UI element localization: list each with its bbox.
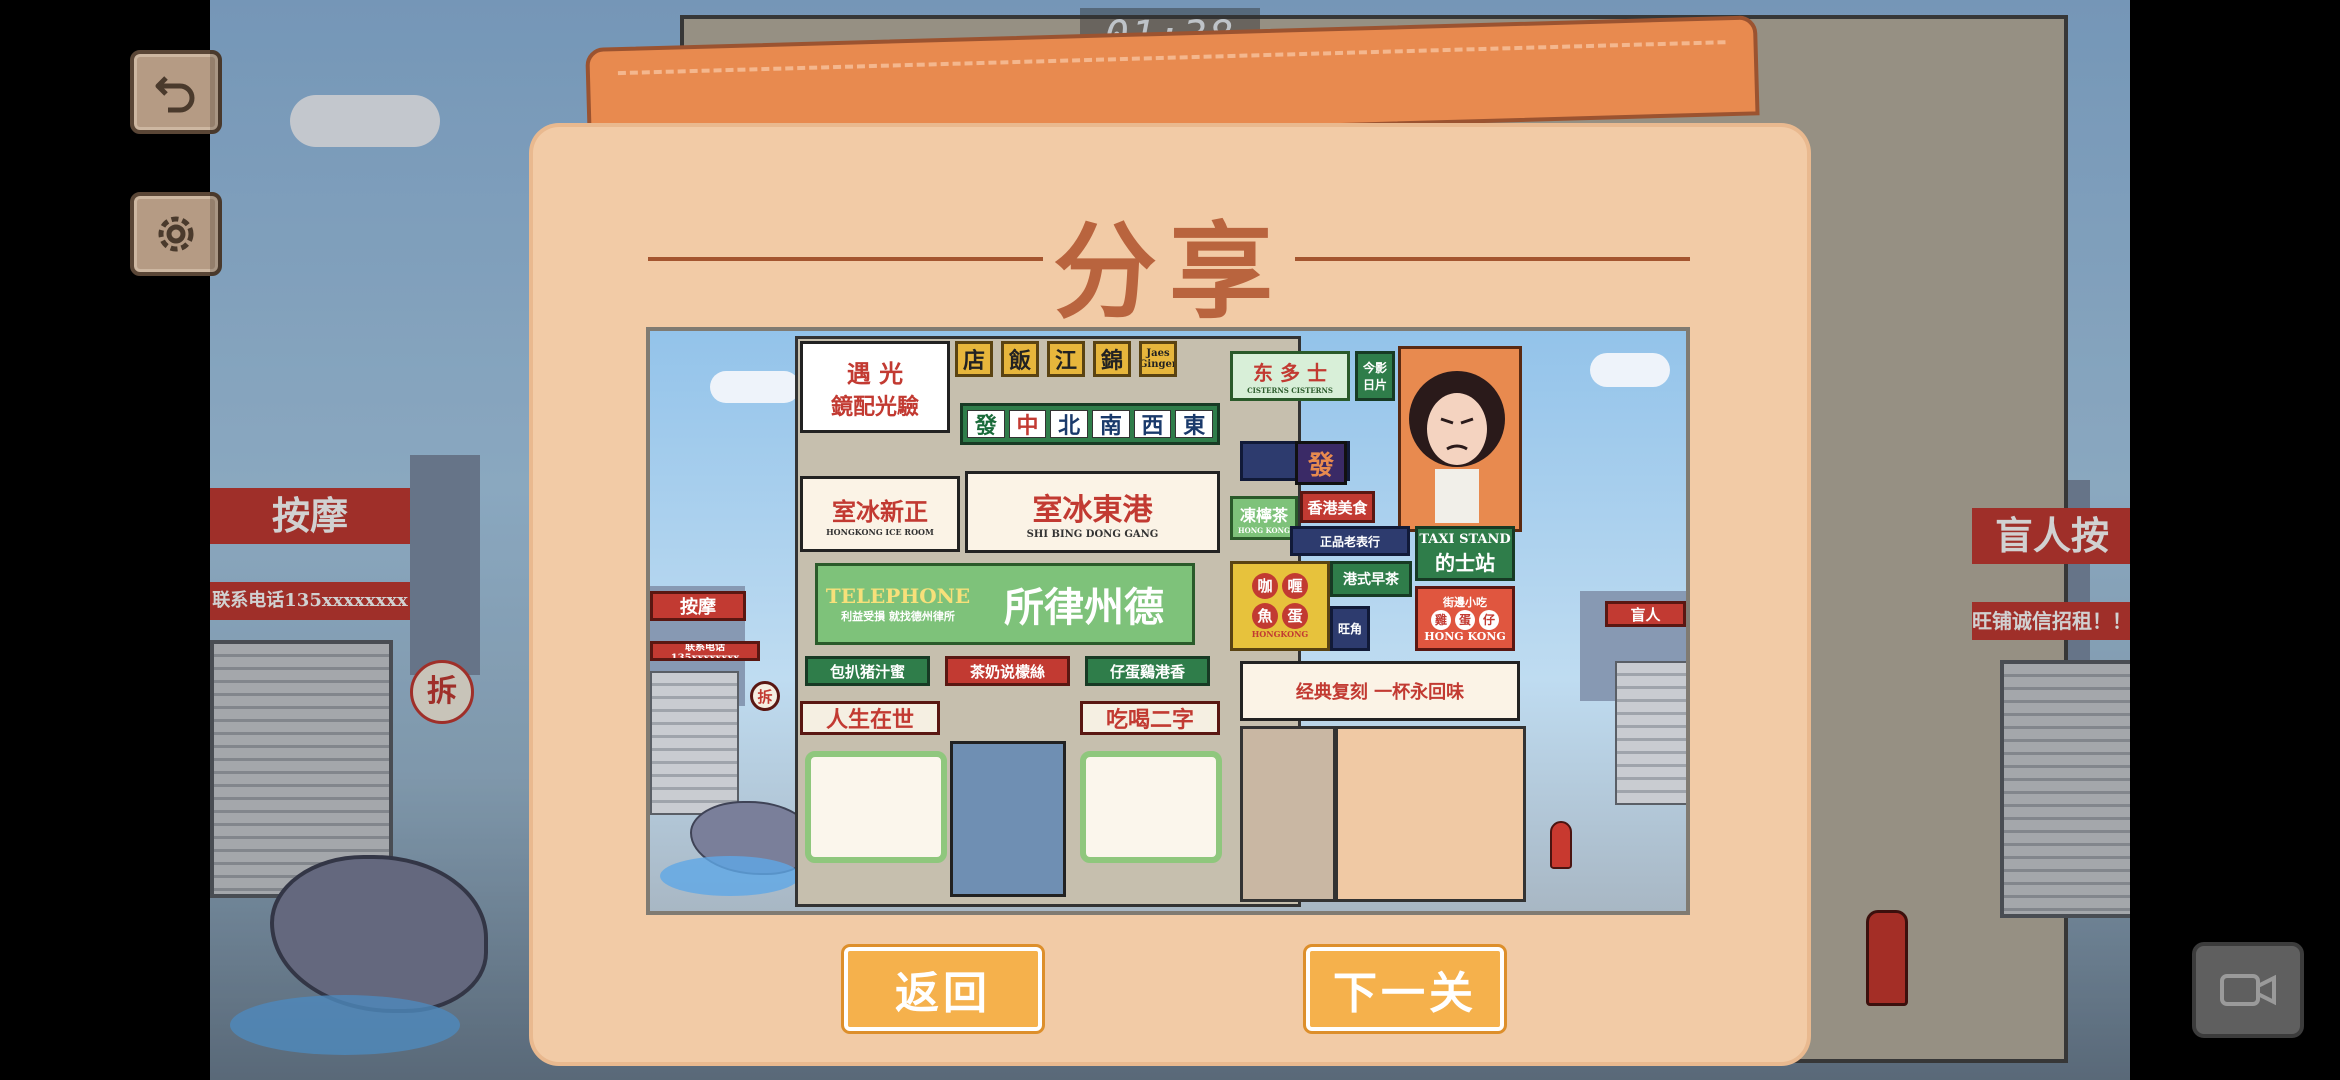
preview-poster [1398, 346, 1522, 532]
restaurant-char: 江 [1047, 341, 1085, 377]
mahjong-tile: 南 [1092, 410, 1130, 438]
snack-item: 蛋 [1455, 610, 1475, 630]
telephone-sub: 利益受損 就找德州律所 [841, 610, 955, 623]
undo-arrow-icon [155, 76, 195, 113]
undo-button[interactable] [130, 50, 222, 134]
share-preview-image: 按摩 联系电话135xxxxxxxx 拆 盲人 遇 光 鏡配光驗 店 飯 江 錦… [646, 327, 1690, 915]
restaurant-char: 店 [955, 341, 993, 377]
mahjong-tile: 東 [1175, 410, 1214, 438]
snack-hk: HONG KONG [1424, 630, 1506, 643]
ice-room-2-name: 室冰東港 [1032, 492, 1153, 528]
iced-tea-en: HONG KONG [1238, 525, 1290, 535]
preview-restaurant-sign: 店 飯 江 錦 Jaes Ginger [955, 341, 1177, 377]
preview-shop-sign: 包扒猪汁蜜 [805, 656, 930, 686]
dialog-header: 分享 [648, 167, 1690, 333]
coffee-grid: 咖 喱 魚 蛋 [1252, 573, 1308, 629]
preview-blind-sign: 盲人 [1605, 601, 1686, 627]
preview-cloud [1590, 353, 1670, 387]
preview-demolish-mark: 拆 [750, 681, 780, 711]
dialog-title: 分享 [1052, 210, 1285, 333]
preview-glasses-sign: 遇 光 鏡配光驗 [800, 341, 950, 433]
gear-icon [158, 216, 194, 252]
preview-window [805, 751, 947, 863]
mahjong-tile: 北 [1050, 410, 1089, 438]
snack-label: 街邊小吃 [1443, 596, 1487, 609]
coffee-en: HONGKONG [1251, 629, 1309, 639]
law-firm-name: 所律州德 [1004, 584, 1164, 631]
preview-door [950, 741, 1066, 897]
restaurant-char: 錦 [1093, 341, 1131, 377]
preview-breakfast-sign: 港式早茶 [1330, 561, 1412, 597]
iced-tea-name: 凍檸茶 [1239, 505, 1288, 525]
preview-taxi-sign: TAXI STAND 的士站 [1415, 526, 1515, 581]
ginger-sign: Jaes Ginger [1139, 341, 1177, 377]
preview-glasses-top: 遇 光 [846, 358, 904, 388]
cisterns-en: CISTERNS CISTERNS [1247, 386, 1333, 395]
preview-iced-tea-sign: 凍檸茶 HONG KONG [1230, 496, 1298, 540]
video-camera-icon [2220, 974, 2276, 1006]
coffee-char: 咖 [1252, 573, 1278, 599]
preview-puddle [660, 856, 800, 896]
back-button[interactable]: 返回 [844, 947, 1042, 1031]
preview-cloud [710, 371, 800, 403]
preview-mahjong-sign: 發 中 北 南 西 東 [960, 403, 1220, 445]
preview-snack-sign: 街邊小吃 雞 蛋 仔 HONG KONG [1415, 586, 1515, 651]
preview-window [1080, 751, 1222, 863]
share-dialog: 分享 按摩 联系电话135xxxxxxxx 拆 盲人 遇 光 鏡配光驗 店 飯 … [533, 127, 1807, 1062]
ice-room-1-en: HONGKONG ICE ROOM [826, 526, 934, 537]
preview-shopfront [1240, 726, 1336, 902]
telephone-label: TELEPHONE [825, 584, 971, 608]
snack-item: 仔 [1479, 610, 1499, 630]
preview-classic-sign: 经典复刻 一杯永回味 [1240, 661, 1520, 721]
coffee-char: 喱 [1282, 573, 1308, 599]
telephone-block: TELEPHONE 利益受損 就找德州律所 [825, 584, 971, 624]
preview-photo-sign: 今影 日片 [1355, 351, 1395, 401]
preview-massage-sign: 按摩 [650, 591, 746, 621]
preview-fa-sign: 發 [1295, 441, 1347, 485]
preview-poster-wall [1335, 726, 1526, 902]
coffee-char: 蛋 [1282, 603, 1308, 629]
preview-ice-room-1: 室冰新正 HONGKONG ICE ROOM [800, 476, 960, 552]
preview-shop-sign: 仔蛋鷄港香 [1085, 656, 1210, 686]
preview-phone-sign: 联系电话135xxxxxxxx [650, 641, 760, 661]
preview-ice-room-2: 室冰東港 SHI BING DONG GANG [965, 471, 1220, 553]
cisterns-name: 东 多 士 [1253, 361, 1327, 385]
preview-life-sign: 人生在世 [800, 701, 940, 735]
preview-shop-sign: 茶奶说檬絲 [945, 656, 1070, 686]
record-button[interactable] [2192, 942, 2304, 1038]
restaurant-char: 飯 [1001, 341, 1039, 377]
preview-law-firm-sign: TELEPHONE 利益受損 就找德州律所 所律州德 [815, 563, 1195, 645]
preview-shutter [650, 671, 739, 815]
ice-room-2-en: SHI BING DONG GANG [1026, 528, 1159, 540]
next-level-button[interactable]: 下一关 [1306, 947, 1504, 1031]
snack-items: 雞 蛋 仔 [1431, 610, 1499, 630]
taxi-cn: 的士站 [1435, 550, 1495, 575]
mahjong-tile: 中 [1008, 410, 1047, 438]
mahjong-tile: 西 [1133, 410, 1172, 438]
snack-item: 雞 [1431, 610, 1451, 630]
mahjong-tile: 發 [967, 410, 1005, 438]
ice-room-1-name: 室冰新正 [832, 496, 928, 526]
preview-old-shop-sign: 正品老表行 [1290, 526, 1410, 556]
coffee-char: 魚 [1252, 603, 1278, 629]
preview-glasses-bottom: 鏡配光驗 [830, 393, 919, 420]
preview-hydrant [1550, 821, 1572, 869]
taxi-en: TAXI STAND [1419, 531, 1511, 547]
settings-button[interactable] [130, 192, 222, 276]
preview-shutter [1615, 661, 1686, 805]
preview-eat-sign: 吃喝二字 [1080, 701, 1220, 735]
preview-hk-food-sign: 香港美食 [1300, 491, 1375, 523]
preview-cisterns-sign: 东 多 士 CISTERNS CISTERNS [1230, 351, 1350, 401]
preview-coffee-sign: 咖 喱 魚 蛋 HONGKONG [1230, 561, 1330, 651]
angry-lady-poster [1409, 371, 1505, 523]
preview-wangjiao-sign: 旺角 [1330, 606, 1370, 651]
